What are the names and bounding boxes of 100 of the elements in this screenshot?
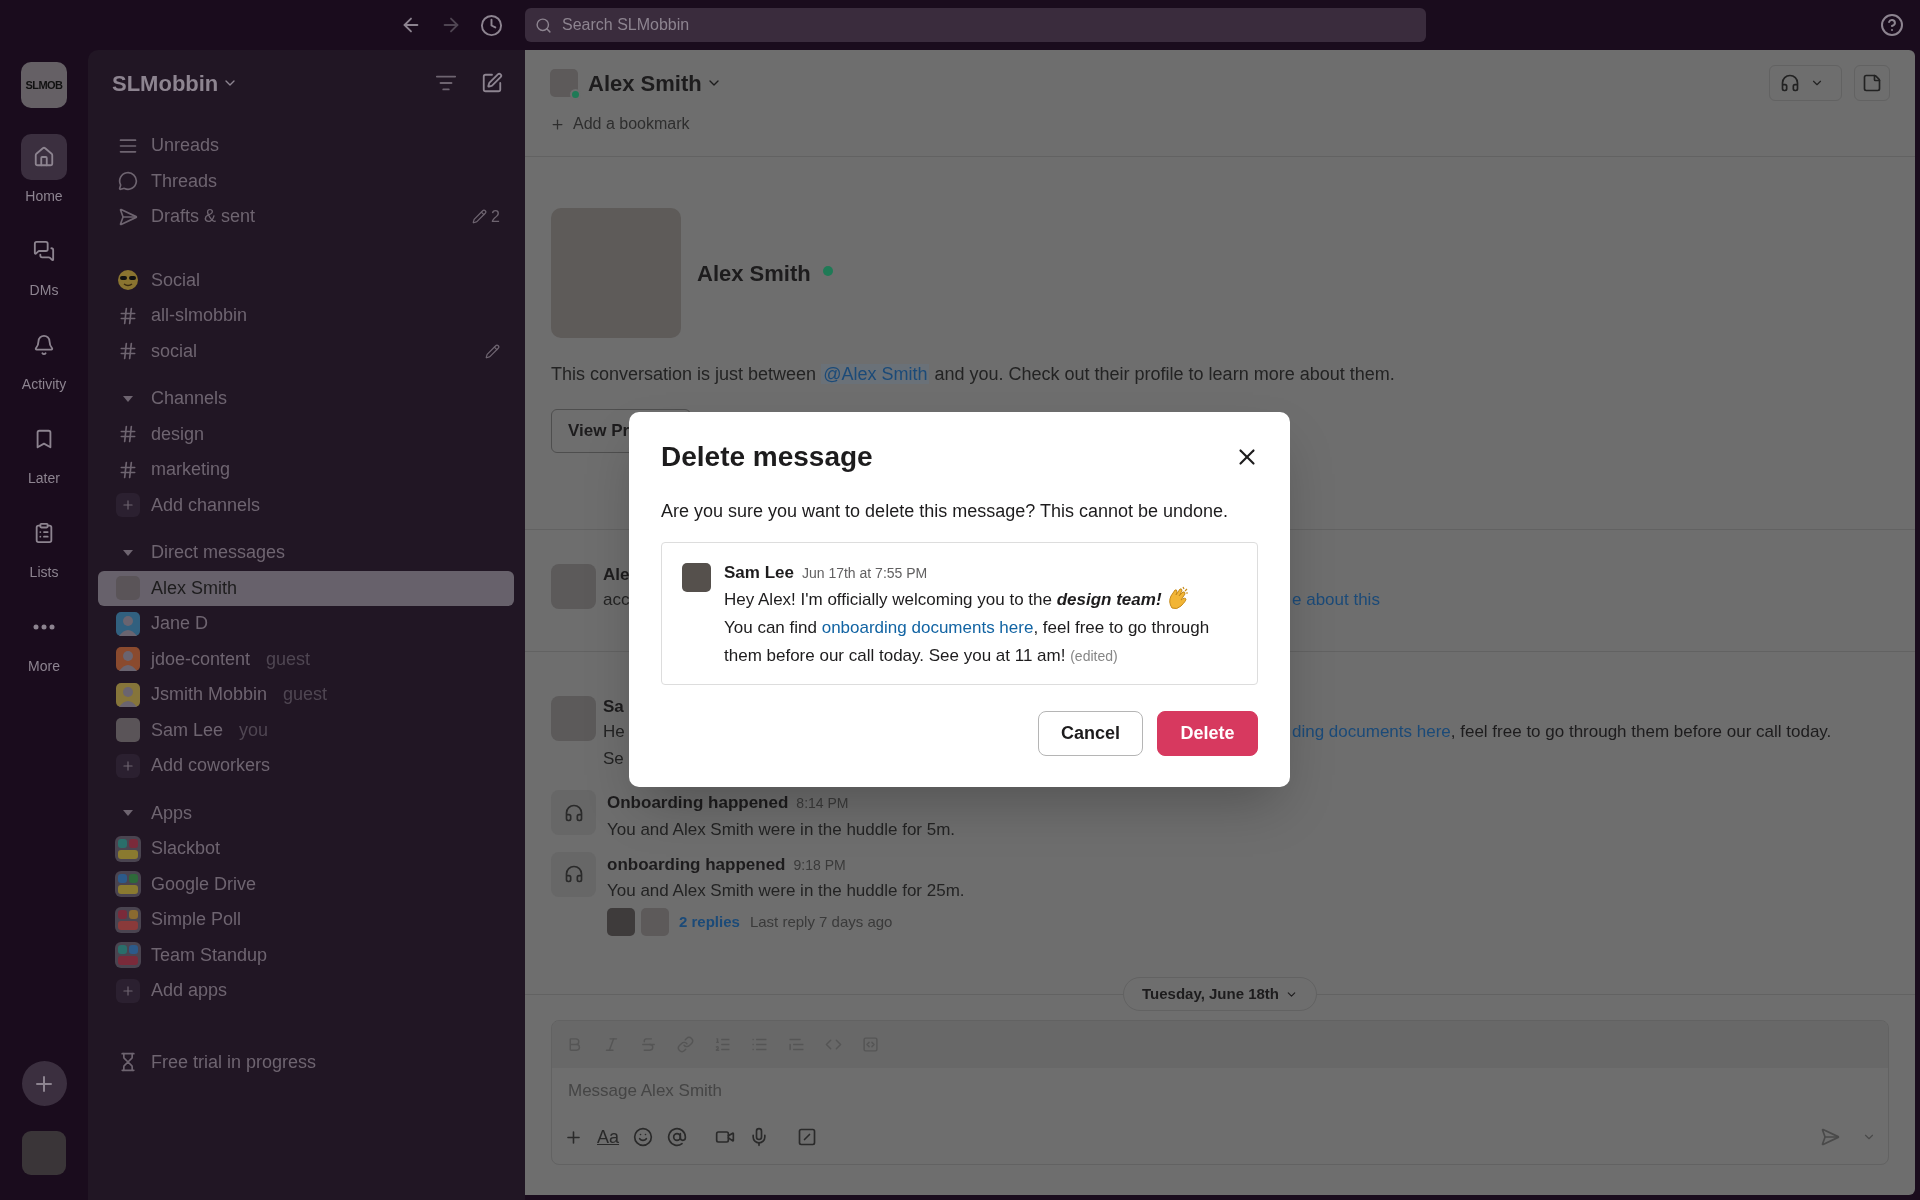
history-icon[interactable]	[480, 13, 503, 37]
sidebar-item[interactable]: social	[98, 333, 514, 369]
sidebar-item[interactable]: Alex Smith	[98, 570, 514, 606]
workspace-name[interactable]: SLMobbin	[112, 66, 239, 100]
item-label: Team Standup	[151, 943, 268, 967]
sidebar-item[interactable]: Add apps	[98, 973, 514, 1009]
add-bookmark-button[interactable]: Add a bookmark	[550, 112, 690, 136]
channel-title[interactable]: Alex Smith	[588, 66, 722, 100]
plus-icon	[550, 116, 565, 132]
item-label: social	[151, 339, 198, 363]
item-label: Threads	[151, 169, 218, 193]
draft-count: 2	[491, 206, 500, 227]
message-text: Hey Alex! I'm officially welcoming you to the design team! You can find onboarding documents here, feel free to go through them before our call today. See you at 11 am! (edited)	[724, 585, 1219, 670]
message-text: ding documents here, feel free to go through them before our call today.	[1292, 721, 1832, 743]
user-avatar-photo[interactable]	[22, 1131, 66, 1175]
app-icon	[115, 906, 141, 933]
rail-item[interactable]: DMs	[4, 228, 84, 301]
message-text: acc	[603, 589, 630, 611]
message-link[interactable]: ding documents here	[1292, 722, 1451, 741]
item-label: Add apps	[151, 979, 228, 1003]
item-label: Jane D	[151, 612, 209, 636]
message-text: Se	[603, 748, 625, 770]
sidebar-item[interactable]: Jane D	[98, 606, 514, 642]
rail-item[interactable]: Home	[4, 134, 84, 207]
sidebar-item[interactable]: Slackbot	[98, 831, 514, 867]
cancel-button[interactable]: Cancel	[1037, 711, 1143, 756]
mention-link[interactable]: @Alex Smith	[821, 364, 930, 384]
rail-item[interactable]: More	[4, 604, 84, 677]
message-author: Sam Lee	[724, 562, 794, 584]
compose-icon[interactable]	[481, 72, 503, 94]
hourglass-icon	[118, 1052, 138, 1073]
shortcut-icon[interactable]	[797, 1127, 818, 1147]
huddle-summary: You and Alex Smith were in the huddle for 5m.	[607, 818, 956, 841]
section-header[interactable]: Channels	[151, 385, 228, 413]
item-label: all-slmobbin	[151, 304, 248, 328]
avatar-icon	[116, 647, 140, 672]
trial-status[interactable]: Free trial in progress	[151, 1048, 317, 1076]
message-link[interactable]: e about this	[1292, 586, 1380, 613]
hash-icon	[118, 424, 138, 445]
canvas-button[interactable]	[1854, 65, 1890, 101]
delete-button[interactable]: Delete	[1157, 711, 1258, 756]
avatar-photo	[116, 718, 140, 743]
item-label: Add coworkers	[151, 754, 271, 778]
caret-icon[interactable]	[122, 547, 134, 558]
sidebar-item[interactable]: Drafts & sent 2	[98, 199, 514, 235]
replies-link[interactable]: 2 replies	[679, 910, 740, 934]
workspace-logo[interactable]: SLMOB	[21, 62, 67, 108]
item-label: Unreads	[151, 134, 220, 158]
item-label: Drafts & sent	[151, 205, 256, 229]
home-icon	[33, 146, 55, 168]
conversation-intro: This conversation is just between @Alex Smith and you. Check out their profile to learn more about them.	[551, 363, 1396, 386]
dialog-message: Are you sure you want to delete this message? This cannot be undone.	[661, 500, 1230, 523]
rail-item[interactable]: Later	[4, 416, 84, 489]
sidebar-item[interactable]: Add coworkers	[98, 748, 514, 784]
caret-icon[interactable]	[122, 393, 134, 404]
documents-link[interactable]: onboarding documents here	[821, 617, 1034, 637]
sidebar-item[interactable]: Social	[98, 262, 514, 298]
plus-icon	[116, 753, 140, 778]
sidebar-item[interactable]: Team Standup	[98, 937, 514, 973]
item-label: Alex Smith	[151, 576, 238, 600]
rail-item[interactable]: Activity	[4, 322, 84, 395]
sidebar-item[interactable]: Google Drive	[98, 866, 514, 902]
sidebar-item[interactable]: marketing	[98, 452, 514, 488]
section-header[interactable]: Apps	[151, 799, 193, 827]
date-divider-pill[interactable]: Tuesday, June 18th	[1123, 977, 1317, 1011]
headphones-icon	[563, 802, 584, 823]
item-label: Simple Poll	[151, 908, 242, 932]
search-field[interactable]: Search SLMobbin	[525, 8, 1426, 42]
help-icon[interactable]	[1880, 13, 1904, 37]
huddle-button[interactable]	[1769, 65, 1842, 101]
add-button[interactable]	[21, 1061, 67, 1106]
item-label: design	[151, 422, 205, 446]
app-icon	[115, 835, 141, 862]
message-time: Jun 17th at 7:55 PM	[801, 564, 928, 583]
avatar-photo	[550, 69, 578, 97]
formatting-button[interactable]: Aa	[597, 1123, 620, 1151]
bell-icon	[33, 334, 55, 356]
sidebar-item[interactable]: Simple Poll	[98, 902, 514, 938]
profile-name: Alex Smith	[697, 259, 811, 288]
emoji-icon[interactable]	[633, 1127, 654, 1147]
app-icon	[115, 942, 141, 969]
speech-bubble-icon	[118, 171, 138, 192]
item-label: Social	[151, 268, 201, 292]
item-label: Google Drive	[151, 872, 257, 896]
item-label: Jsmith Mobbin	[151, 683, 268, 707]
sunglasses-face-icon	[117, 269, 139, 292]
search-input[interactable]: Search SLMobbin	[562, 13, 1416, 37]
sidebar-item[interactable]: all-slmobbin	[98, 298, 514, 334]
section-header[interactable]: Direct messages	[151, 539, 286, 567]
rail-item[interactable]: Lists	[4, 510, 84, 583]
sidebar-item[interactable]: Threads	[98, 163, 514, 199]
sidebar-item[interactable]: design	[98, 416, 514, 452]
mention-icon[interactable]	[667, 1127, 688, 1147]
checklist-icon	[33, 522, 55, 544]
hash-icon	[118, 459, 138, 480]
send-icon[interactable]	[1820, 1127, 1840, 1147]
sidebar-item[interactable]: Unreads	[98, 128, 514, 164]
hash-icon	[118, 305, 138, 326]
sidebar-item[interactable]: Add channels	[98, 487, 514, 523]
huddle-summary: You and Alex Smith were in the huddle for 25m.	[607, 880, 965, 902]
